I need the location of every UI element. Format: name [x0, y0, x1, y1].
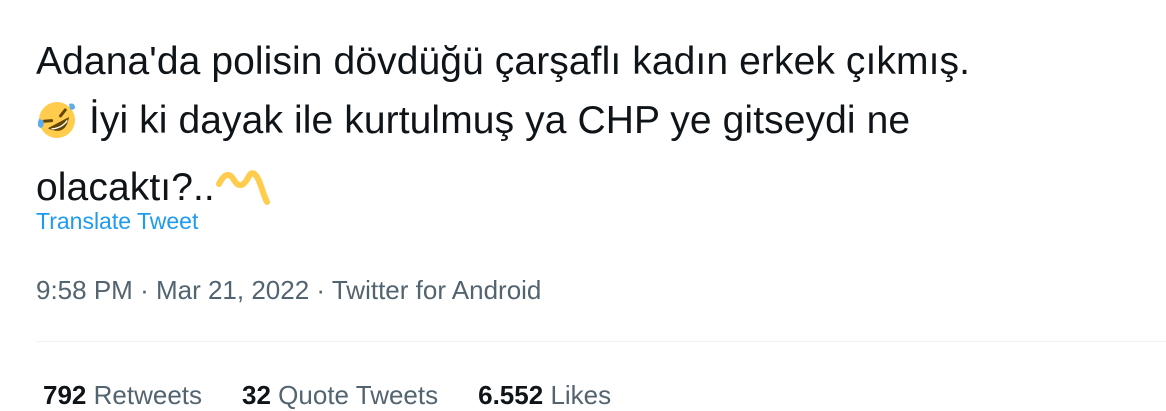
- ok-hand-sign-icon: [215, 162, 271, 225]
- tweet-stats: 792 Retweets 32 Quote Tweets 6.552 Likes: [43, 380, 611, 411]
- likes-label: Likes: [550, 380, 612, 410]
- likes-stat[interactable]: 6.552 Likes: [478, 380, 611, 411]
- quote-tweets-count: 32: [242, 380, 271, 410]
- tweet-text: Adana'da polisin dövdüğü çarşaflı kadın …: [36, 32, 1146, 225]
- tweet-text-line-1: Adana'da polisin dövdüğü çarşaflı kadın …: [36, 40, 971, 83]
- retweets-count: 792: [43, 380, 87, 410]
- quote-tweets-stat[interactable]: 32 Quote Tweets: [242, 380, 438, 411]
- rolling-on-floor-laughing-emoji-icon: [36, 99, 78, 158]
- retweets-label: Retweets: [93, 380, 203, 410]
- tweet-date[interactable]: Mar 21, 2022: [156, 275, 309, 305]
- meta-separator: ·: [316, 275, 326, 305]
- tweet-meta: 9:58 PM · Mar 21, 2022 · Twitter for And…: [36, 275, 541, 306]
- tweet-source[interactable]: Twitter for Android: [332, 275, 542, 305]
- translate-tweet-link[interactable]: Translate Tweet: [36, 208, 198, 235]
- likes-count: 6.552: [478, 380, 544, 410]
- quote-tweets-label: Quote Tweets: [278, 380, 439, 410]
- tweet-text-line-3: olacaktı?..: [36, 166, 215, 209]
- tweet-text-line-2: İyi ki dayak ile kurtulmuş ya CHP ye git…: [88, 99, 911, 142]
- retweets-stat[interactable]: 792 Retweets: [43, 380, 202, 411]
- divider: [36, 341, 1166, 342]
- tweet-time[interactable]: 9:58 PM: [36, 275, 133, 305]
- meta-separator: ·: [140, 275, 149, 305]
